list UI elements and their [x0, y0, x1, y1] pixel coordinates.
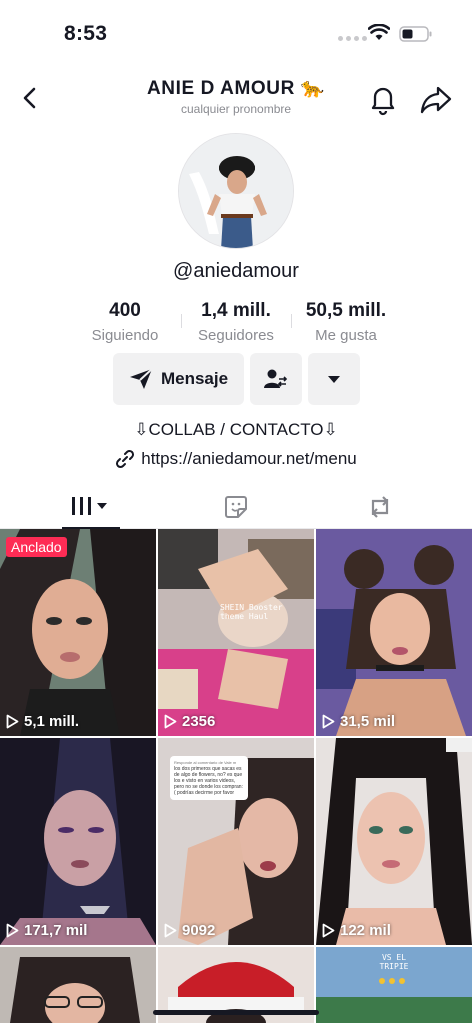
signal-icon: [338, 36, 367, 41]
video-thumbnail[interactable]: [0, 947, 156, 1023]
view-count-text: 122 mil: [340, 922, 391, 939]
video-thumbnail[interactable]: 31,5 mil: [316, 529, 472, 736]
reposts-icon: [371, 496, 389, 518]
message-button[interactable]: Mensaje: [113, 353, 244, 405]
title-block: ANIE D AMOUR 🐆 cualquier pronombre: [96, 76, 376, 116]
wifi-icon: [368, 24, 390, 40]
profile-title: ANIE D AMOUR 🐆: [146, 78, 326, 99]
view-count-text: 31,5 mil: [340, 713, 396, 730]
profile-actions: Mensaje: [0, 353, 472, 405]
tab-reposts[interactable]: [358, 485, 402, 529]
message-label: Mensaje: [160, 369, 229, 388]
video-thumbnail[interactable]: 122 mil: [316, 738, 472, 945]
bio-link[interactable]: https://aniedamour.net/menu: [0, 449, 472, 469]
status-time: 8:53: [64, 22, 108, 45]
profile-header: ANIE D AMOUR 🐆 cualquier pronombre: [0, 70, 472, 126]
reply-comment-card: Responde al comentario de Vale m los dos…: [170, 756, 248, 800]
view-count: 31,5 mil: [322, 713, 395, 730]
following-stat[interactable]: 400 Siguiendo: [70, 300, 180, 344]
video-overlay-text: VS EL TRIPIE: [379, 953, 409, 971]
share-icon[interactable]: [418, 82, 454, 116]
send-icon: [129, 368, 153, 389]
bio-contact: ⇩COLLAB / CONTACTO⇩: [134, 420, 338, 439]
view-count: 5,1 mill.: [6, 713, 79, 730]
view-count-text: 2356: [182, 713, 216, 730]
followers-count: 1,4 mill.: [201, 300, 271, 321]
view-count-text: 171,7 mil: [24, 922, 88, 939]
likes-label: Me gusta: [315, 327, 377, 344]
liked-icon: [225, 496, 247, 518]
avatar[interactable]: [178, 133, 294, 249]
follow-status-button[interactable]: [250, 353, 302, 405]
following-count: 400: [109, 300, 141, 321]
more-options-button[interactable]: [308, 353, 360, 405]
play-icon: [6, 923, 19, 938]
view-count: 9092: [164, 922, 215, 939]
followers-label: Seguidores: [198, 327, 274, 344]
play-icon: [6, 714, 19, 729]
play-icon: [164, 714, 177, 729]
video-thumbnail[interactable]: VS EL TRIPIE: [316, 947, 472, 1023]
view-count: 122 mil: [322, 922, 391, 939]
following-label: Siguiendo: [91, 327, 159, 344]
pronouns: cualquier pronombre: [180, 102, 292, 116]
view-count: 2356: [164, 713, 215, 730]
battery-icon: [399, 26, 432, 42]
likes-stat[interactable]: 50,5 mill. Me gusta: [291, 300, 401, 344]
home-indicator: [153, 1010, 319, 1015]
video-thumbnail[interactable]: Anclado 5,1 mill.: [0, 529, 156, 736]
status-bar: 8:53: [0, 0, 472, 64]
play-icon: [322, 714, 335, 729]
video-thumbnail[interactable]: Responde al comentario de Vale m los dos…: [158, 738, 314, 945]
profile-stats: 400 Siguiendo 1,4 mill. Seguidores 50,5 …: [72, 300, 400, 348]
link-icon: [116, 449, 135, 469]
video-thumbnail[interactable]: 171,7 mil: [0, 738, 156, 945]
back-button[interactable]: [14, 82, 46, 114]
view-count: 171,7 mil: [6, 922, 87, 939]
pinned-badge: Anclado: [6, 537, 67, 557]
play-icon: [322, 923, 335, 938]
play-icon: [164, 923, 177, 938]
user-switch-icon: [264, 369, 288, 388]
view-count-text: 9092: [182, 922, 216, 939]
username: @aniedamour: [173, 260, 299, 282]
bell-icon[interactable]: [366, 82, 400, 116]
profile-tabs: [0, 485, 472, 529]
video-grid: Anclado 5,1 mill. SHEIN Booster theme Ha…: [0, 529, 472, 1023]
reply-comment-text: los dos primeros que sacas es de algo de…: [174, 766, 243, 796]
followers-stat[interactable]: 1,4 mill. Seguidores: [181, 300, 291, 344]
tab-liked[interactable]: [214, 485, 258, 529]
video-overlay-text: SHEIN Booster theme Haul: [220, 603, 283, 621]
tab-videos[interactable]: [62, 485, 120, 529]
bio-link-text: https://aniedamour.net/menu: [141, 449, 357, 468]
video-thumbnail[interactable]: SHEIN Booster theme Haul 2356: [158, 529, 314, 736]
videos-grid-icon: [72, 497, 107, 515]
caret-down-icon: [328, 376, 340, 383]
view-count-text: 5,1 mill.: [24, 713, 80, 730]
likes-count: 50,5 mill.: [305, 300, 387, 321]
